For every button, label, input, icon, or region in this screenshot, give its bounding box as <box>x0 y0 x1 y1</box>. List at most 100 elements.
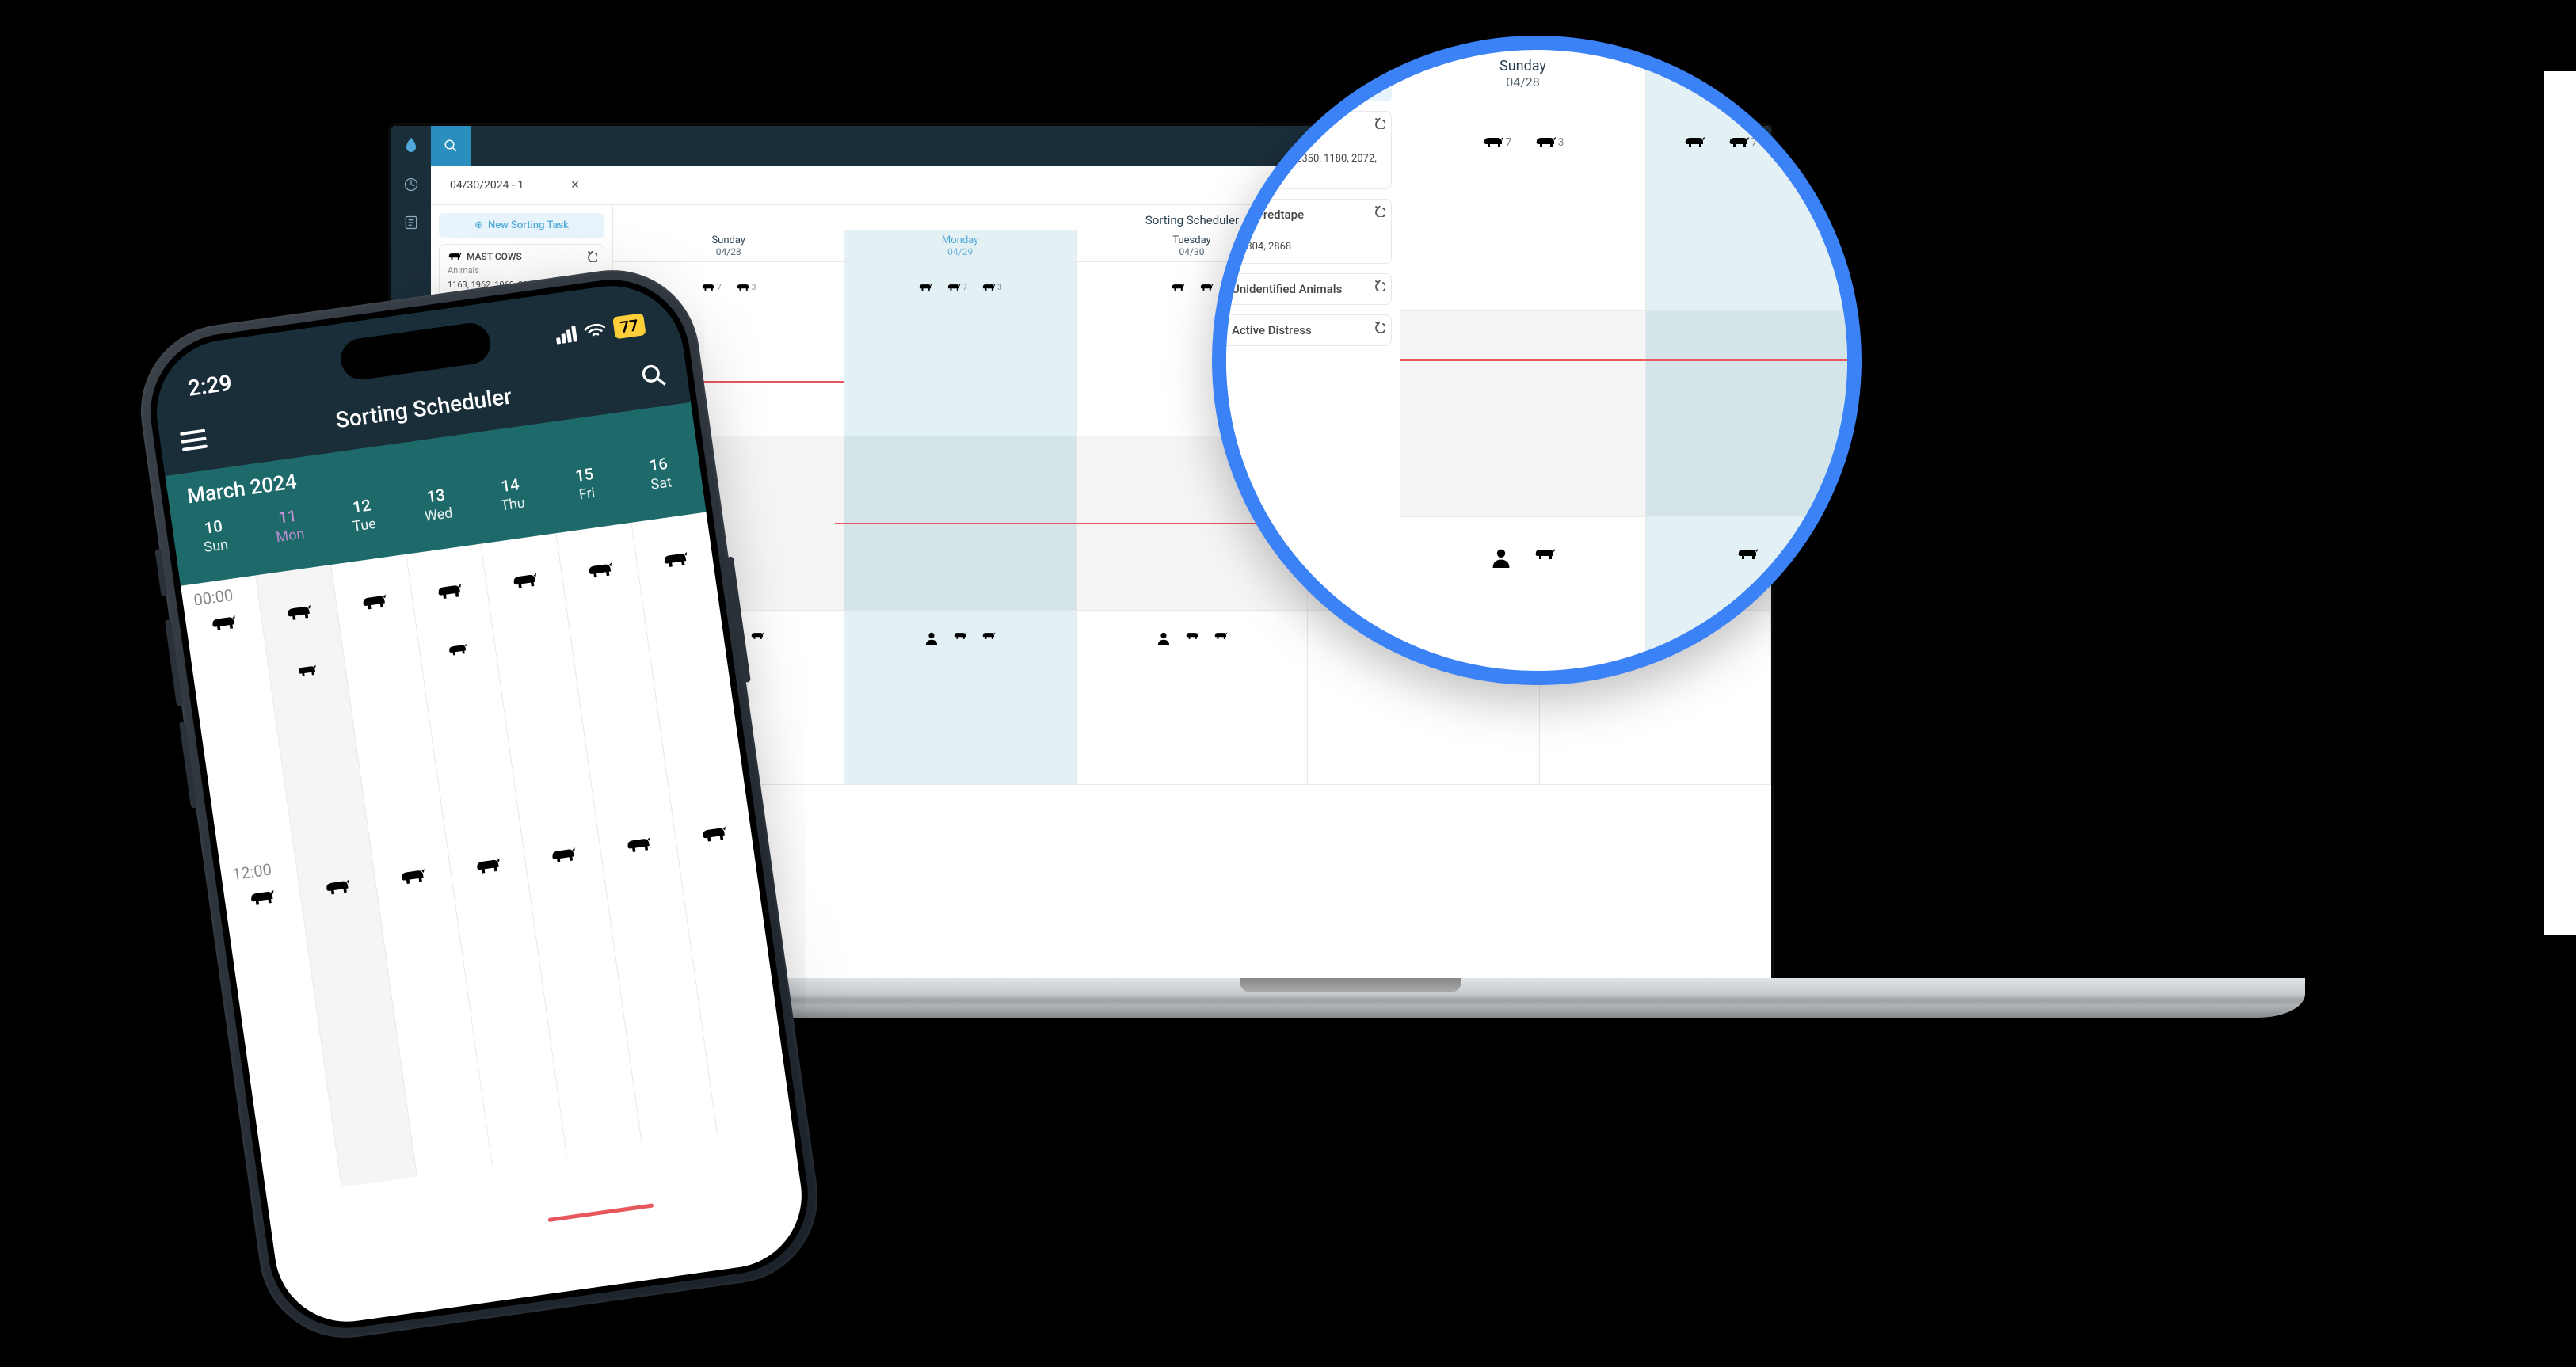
cow-icon <box>1213 326 1227 335</box>
new-sorting-task-button[interactable]: ⊕ New Sorting Task <box>1212 70 1392 101</box>
calendar-cell[interactable] <box>1400 517 1646 685</box>
day-short: Fri <box>578 485 596 504</box>
calendar-marker[interactable] <box>1185 631 1199 641</box>
cow-icon <box>953 631 967 641</box>
refresh-icon[interactable] <box>586 251 597 262</box>
calendar-column-header[interactable]: Monday04/29 <box>844 230 1076 261</box>
refresh-icon[interactable] <box>1374 322 1385 333</box>
marker-count: 3 <box>997 284 1002 292</box>
refresh-icon[interactable] <box>1374 206 1385 217</box>
day-column[interactable]: 12Tue <box>323 492 406 558</box>
day-number: 15 <box>574 464 595 485</box>
calendar-cell[interactable]: 73 <box>844 262 1076 436</box>
calendar-marker[interactable] <box>1736 547 1759 562</box>
calendar-column-header[interactable]: Monday04/29 <box>1646 42 1862 105</box>
day-name: Sunday <box>1499 58 1546 74</box>
global-search-button[interactable] <box>431 126 471 166</box>
cow-icon <box>699 824 729 846</box>
refresh-icon[interactable] <box>1374 118 1385 129</box>
menu-icon[interactable] <box>180 429 208 451</box>
calendar-marker[interactable]: 7 <box>947 283 967 292</box>
calendar-marker[interactable] <box>1171 283 1185 292</box>
cow-icon <box>1482 135 1504 150</box>
cow-icon <box>474 856 503 878</box>
calendar-marker[interactable] <box>1781 547 1801 568</box>
cow-icon <box>323 878 352 899</box>
calendar-marker[interactable] <box>1683 135 1705 150</box>
task-card-active-distress[interactable]: Active Distress <box>1212 314 1392 346</box>
right-white-panel <box>2544 71 2576 935</box>
calendar-marker[interactable] <box>918 283 932 292</box>
mag-task-panel: × ⊕ New Sorting Task MAST COWS Animals 1… <box>1212 42 1400 685</box>
nav-dashboard-icon[interactable] <box>400 173 422 196</box>
calendar-cell[interactable] <box>1646 311 1862 516</box>
calendar-marker[interactable]: 3 <box>736 283 756 292</box>
day-name: Sunday <box>711 234 745 246</box>
calendar-marker[interactable]: 7 <box>1482 135 1512 150</box>
search-icon[interactable] <box>639 361 668 390</box>
page-title: Sorting Scheduler <box>1145 213 1239 227</box>
day-column[interactable]: 13Wed <box>398 481 480 547</box>
laptop-notch <box>1240 978 1461 992</box>
calendar-cell[interactable] <box>1646 517 1862 685</box>
calendar-marker[interactable]: 3 <box>1534 135 1564 150</box>
app-logo-icon[interactable] <box>391 126 431 166</box>
close-icon[interactable]: × <box>571 177 579 193</box>
task-card-flesh-redtape[interactable]: Flesh redtape Animals 2382, 2804, 2868 <box>1212 199 1392 263</box>
calendar-column-header[interactable]: Sunday04/28 <box>613 230 844 261</box>
active-tab[interactable]: 04/30/2024 - 1 × <box>439 172 590 198</box>
day-date: 04/28 <box>1506 74 1540 89</box>
marker-count: 3 <box>1804 136 1810 149</box>
task-card-mast-cows[interactable]: MAST COWS Animals 1163, 1962, 1060, 2350… <box>1212 111 1392 189</box>
day-column[interactable]: 10Sun <box>175 512 257 579</box>
calendar-marker[interactable]: 3 <box>1780 135 1810 150</box>
day-column[interactable]: 14Thu <box>471 470 554 537</box>
calendar-marker[interactable] <box>924 631 939 645</box>
plus-icon: ⊕ <box>474 219 483 231</box>
cow-icon <box>209 613 238 634</box>
person-icon <box>1157 631 1171 645</box>
cow-icon <box>435 581 464 603</box>
day-column[interactable]: 15Fri <box>546 460 628 527</box>
cow-icon <box>1199 283 1214 292</box>
calendar-header: Sunday04/28Monday04/29 <box>1400 42 1862 105</box>
calendar-cell[interactable] <box>1400 311 1646 516</box>
calendar-marker[interactable] <box>953 631 967 641</box>
task-card-title: MAST COWS <box>467 251 522 262</box>
calendar-column-header[interactable]: Sunday04/28 <box>1400 42 1646 105</box>
day-name: Monday <box>942 234 978 246</box>
calendar-marker[interactable] <box>1214 631 1228 641</box>
nav-reports-icon[interactable] <box>400 211 422 234</box>
calendar-marker[interactable] <box>981 631 996 641</box>
calendar-marker[interactable] <box>1199 283 1214 292</box>
person-icon <box>1781 547 1801 568</box>
current-time-line <box>548 1203 654 1222</box>
calendar-cell[interactable]: 73 <box>1646 105 1862 310</box>
calendar-cell[interactable] <box>844 611 1076 784</box>
close-icon[interactable]: × <box>1370 47 1379 67</box>
cow-icon <box>624 835 654 856</box>
calendar-marker[interactable] <box>1157 631 1171 645</box>
day-name: Monday <box>1743 58 1793 74</box>
phone-calendar[interactable]: 00:00 12:00 <box>181 512 811 1331</box>
day-name: Tuesday <box>1172 234 1210 246</box>
calendar-cell[interactable]: 73 <box>1400 105 1646 310</box>
day-column[interactable]: 16Sat <box>620 450 703 516</box>
day-column[interactable]: 11Mon <box>250 502 332 569</box>
task-card-unidentified[interactable]: Unidentified Animals <box>1212 273 1392 305</box>
cow-icon <box>510 571 539 592</box>
tab-label: 04/30/2024 - 1 <box>450 179 524 192</box>
calendar-marker[interactable]: 7 <box>701 283 722 292</box>
new-sorting-task-button[interactable]: ⊕ New Sorting Task <box>439 213 604 238</box>
calendar-marker[interactable] <box>1491 547 1511 568</box>
cow-icon <box>1534 135 1557 150</box>
cow-icon <box>1683 135 1705 150</box>
refresh-icon[interactable] <box>1374 280 1385 291</box>
calendar-marker[interactable]: 3 <box>981 283 1002 292</box>
calendar-marker[interactable] <box>750 631 764 641</box>
calendar-row: 7373 <box>1400 105 1862 311</box>
calendar-marker[interactable]: 7 <box>1728 135 1758 150</box>
app-title: Sorting Scheduler <box>334 383 513 433</box>
day-number: 12 <box>352 496 372 517</box>
calendar-marker[interactable] <box>1534 547 1556 562</box>
